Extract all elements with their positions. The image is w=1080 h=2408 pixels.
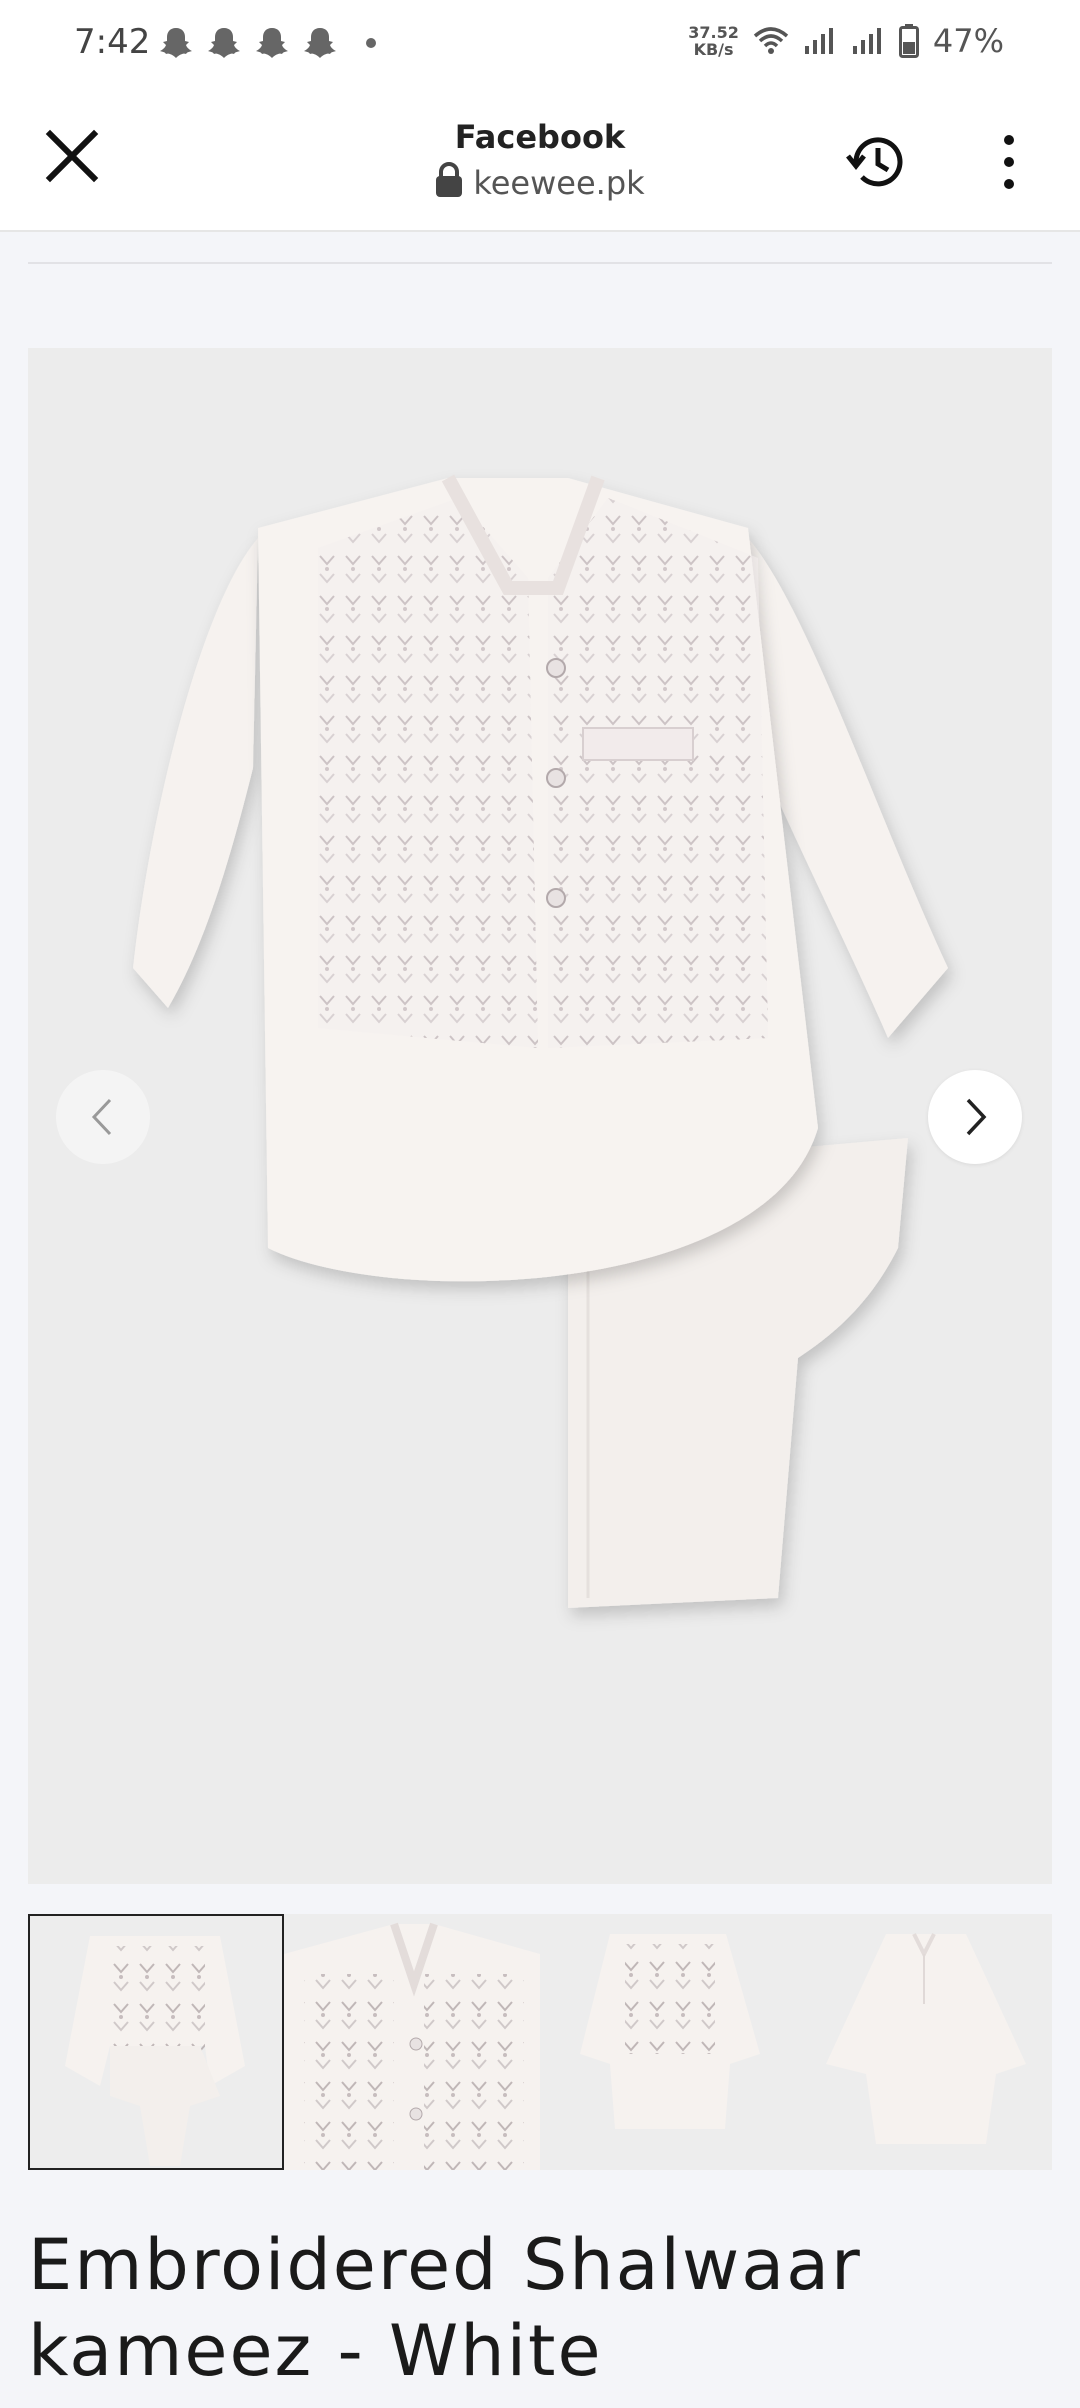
url-bar[interactable]: keewee.pk	[0, 162, 1080, 202]
thumbnail-image	[284, 1922, 540, 2170]
network-speed: 37.52 KB/s	[688, 24, 739, 58]
thumbnail-image	[65, 1936, 245, 2166]
thumbnail-image	[580, 1934, 760, 2129]
chevron-right-icon	[966, 1098, 987, 1136]
browser-toolbar: Facebook keewee.pk	[0, 92, 1080, 232]
battery-icon	[898, 24, 919, 58]
thumbnail-4[interactable]	[796, 1914, 1052, 2170]
thumbnail-3[interactable]	[540, 1914, 796, 2170]
more-vert-icon[interactable]	[998, 132, 1020, 192]
status-indicators: 37.52 KB/s 47%	[688, 22, 1004, 60]
thumbnail-2[interactable]	[284, 1914, 540, 2170]
notification-icons	[160, 26, 376, 60]
status-bar: 7:42 37.52 KB/s 47%	[0, 0, 1080, 92]
url-text: keewee.pk	[473, 164, 645, 202]
more-notifications-dot	[366, 38, 376, 48]
gallery-prev-button[interactable]	[56, 1070, 150, 1164]
snapchat-icon	[304, 28, 336, 58]
divider	[28, 262, 1052, 264]
network-speed-value: 37.52	[688, 23, 739, 42]
status-time: 7:42	[74, 22, 151, 62]
battery-percent: 47%	[932, 22, 1004, 60]
chevron-left-icon	[91, 1098, 112, 1136]
thumbnail-image	[826, 1933, 1026, 2144]
snapchat-icon	[256, 28, 288, 58]
signal-icon	[804, 28, 833, 54]
thumbnail-1[interactable]	[28, 1914, 284, 2170]
network-speed-unit: KB/s	[693, 40, 734, 59]
product-image-main[interactable]	[28, 348, 1052, 1884]
page-source-title: Facebook	[454, 118, 626, 156]
product-title: Embroidered Shalwaar kameez - White	[28, 2224, 862, 2392]
product-photo	[133, 474, 948, 1608]
thumbnail-strip	[28, 1914, 1052, 2170]
history-icon[interactable]	[842, 128, 910, 196]
lock-icon	[436, 162, 463, 197]
wifi-icon	[753, 27, 789, 54]
scrolled-content-edge	[28, 232, 1052, 244]
gallery-next-button[interactable]	[928, 1070, 1022, 1164]
snapchat-icon	[160, 28, 192, 58]
signal-icon	[852, 28, 881, 54]
snapchat-icon	[208, 28, 240, 58]
